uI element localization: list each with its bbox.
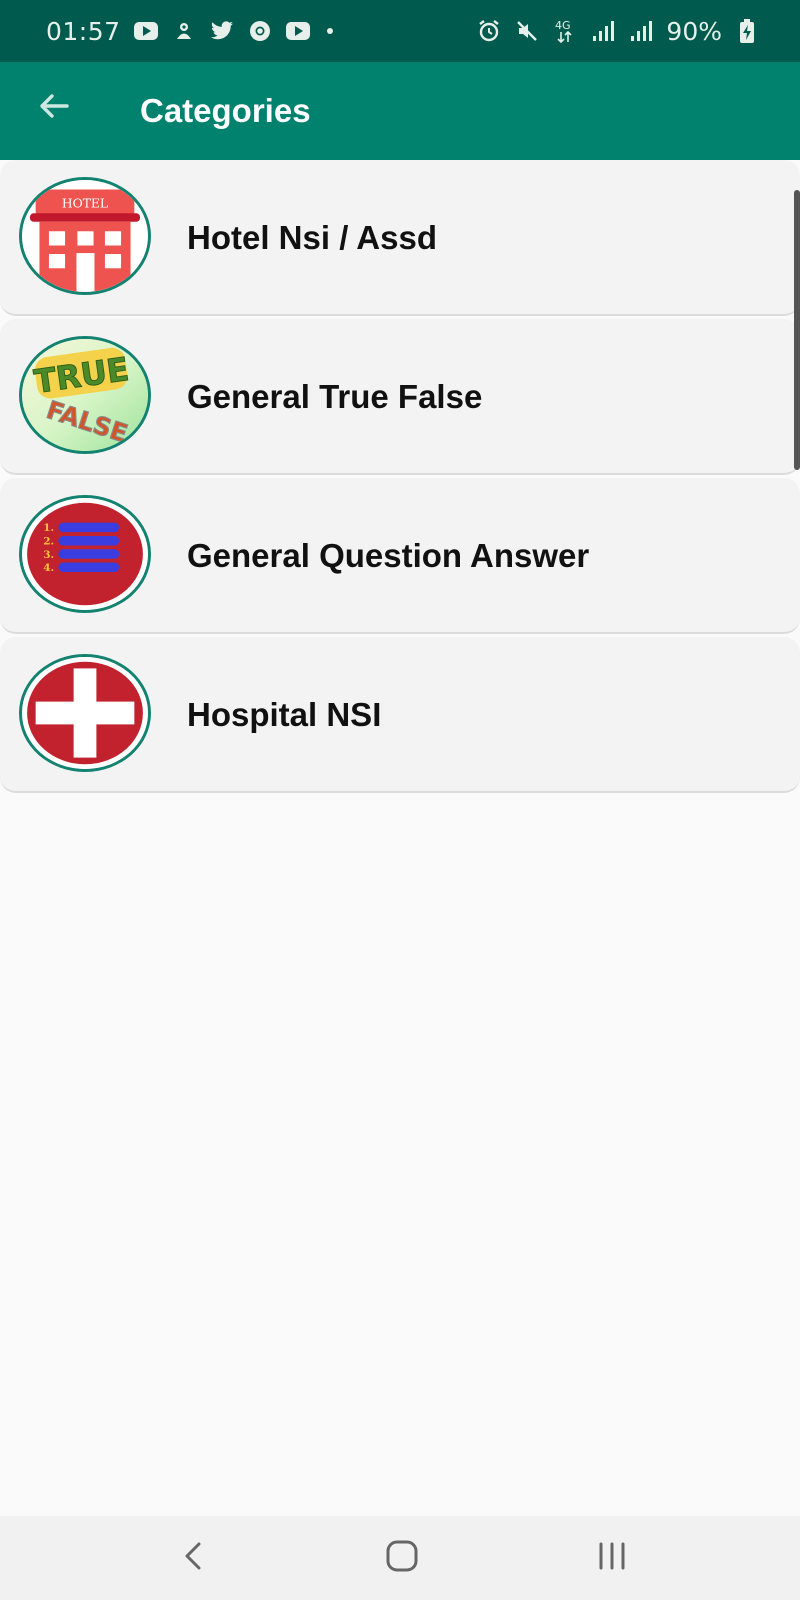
nav-back-button[interactable] [170, 1534, 218, 1582]
twitter-icon [209, 18, 235, 44]
category-item-question-answer[interactable]: 1. 2. 3. 4. General Question Answer [0, 478, 800, 634]
page-title: Categories [140, 92, 311, 129]
category-list: HOTEL Hotel Nsi / Assd TRUE FALSE Genera… [0, 160, 800, 796]
svg-text:2.: 2. [43, 536, 54, 548]
back-button[interactable] [34, 88, 74, 128]
status-bar: 01:57 4G 90% [0, 0, 800, 62]
category-item-hotel[interactable]: HOTEL Hotel Nsi / Assd [0, 160, 800, 316]
home-nav-icon [384, 1539, 420, 1578]
status-time: 01:57 [46, 16, 121, 46]
hotel-icon: HOTEL [19, 177, 151, 295]
alarm-icon [476, 18, 502, 44]
svg-text:4.: 4. [43, 562, 54, 574]
svg-text:HOTEL: HOTEL [62, 197, 108, 211]
status-right-group: 4G 90% [476, 17, 760, 46]
mute-icon [514, 18, 540, 44]
app-bar: Categories [0, 62, 800, 160]
svg-text:1.: 1. [43, 522, 54, 534]
chrome-icon [247, 18, 273, 44]
nav-home-button[interactable] [378, 1534, 426, 1582]
battery-charging-icon [734, 18, 760, 44]
arrow-back-icon [37, 89, 71, 128]
signal-icon [628, 18, 654, 44]
true-false-icon: TRUE FALSE [19, 336, 151, 454]
numbered-list-icon: 1. 2. 3. 4. [19, 495, 151, 613]
category-item-hospital[interactable]: Hospital NSI [0, 637, 800, 793]
svg-text:3.: 3. [43, 549, 54, 561]
category-label: Hotel Nsi / Assd [187, 219, 437, 256]
svg-text:4G: 4G [555, 19, 571, 32]
youtube-icon [133, 18, 159, 44]
category-label: General True False [187, 378, 483, 415]
category-label: Hospital NSI [187, 696, 382, 733]
network-4g-icon: 4G [552, 18, 578, 44]
status-left-group: 01:57 [46, 17, 333, 46]
more-dot-icon [326, 28, 333, 34]
category-item-true-false[interactable]: TRUE FALSE General True False [0, 319, 800, 475]
notification-app-icon [171, 18, 197, 44]
nav-recents-button[interactable] [588, 1534, 636, 1582]
back-nav-icon [179, 1539, 209, 1578]
hospital-cross-icon [19, 654, 151, 772]
youtube-icon [285, 18, 311, 44]
signal-icon [590, 18, 616, 44]
category-label: General Question Answer [187, 537, 590, 574]
battery-percent: 90% [666, 16, 722, 46]
scrollbar[interactable] [794, 190, 800, 470]
recents-nav-icon [597, 1541, 627, 1576]
system-nav-bar [0, 1516, 800, 1600]
